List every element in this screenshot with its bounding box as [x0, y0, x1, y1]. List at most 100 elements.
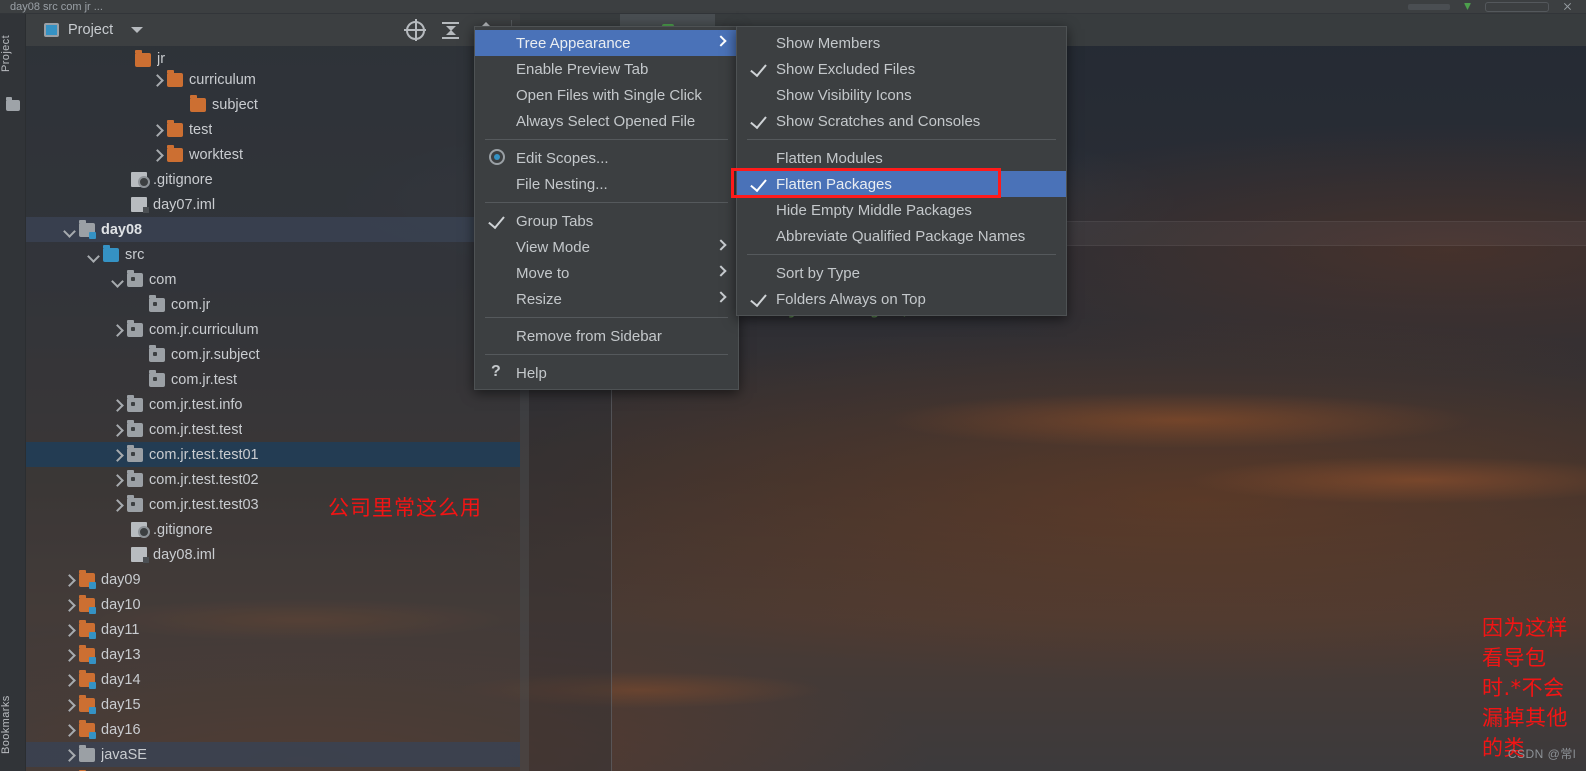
- chevron-down-icon[interactable]: [64, 224, 76, 236]
- run-config-chip[interactable]: [1408, 3, 1450, 10]
- tree-row[interactable]: day10: [26, 592, 520, 617]
- module-folder-icon: [79, 219, 96, 239]
- search-everywhere-box[interactable]: [1485, 1, 1549, 12]
- tree-row[interactable]: com.jr.test: [26, 367, 520, 392]
- tree-row[interactable]: out: [26, 767, 520, 771]
- tree-row[interactable]: com.jr: [26, 292, 520, 317]
- tree-row[interactable]: test: [26, 117, 520, 142]
- package-icon: [127, 494, 143, 512]
- chevron-right-icon[interactable]: [152, 74, 164, 86]
- menu-item[interactable]: Flatten Packages: [737, 171, 1066, 197]
- tree-row[interactable]: src: [26, 242, 520, 267]
- menu-item-label: Always Select Opened File: [516, 112, 696, 130]
- menu-item-label: Resize: [516, 290, 562, 308]
- tree-options-popup-menu[interactable]: Tree Appearance Enable Preview Tab Open Fi…: [474, 26, 739, 390]
- gitignore-file-icon: [131, 522, 150, 538]
- tree-row[interactable]: jr: [26, 46, 520, 67]
- menu-item[interactable]: Edit Scopes...: [475, 145, 738, 171]
- tree-row[interactable]: com.jr.test.test: [26, 417, 520, 442]
- tree-row[interactable]: com: [26, 267, 520, 292]
- menu-item[interactable]: View Mode: [475, 234, 738, 260]
- menu-item[interactable]: File Nesting...: [475, 171, 738, 197]
- chevron-right-icon[interactable]: [112, 474, 124, 486]
- chevron-right-icon[interactable]: [64, 724, 76, 736]
- rail-item-project[interactable]: Project: [0, 20, 26, 86]
- menu-item[interactable]: Hide Empty Middle Packages: [737, 197, 1066, 223]
- chevron-right-icon[interactable]: [112, 499, 124, 511]
- menu-item[interactable]: Show Scratches and Consoles: [737, 108, 1066, 134]
- iml-file-icon: [131, 547, 149, 563]
- run-icon[interactable]: [1464, 3, 1471, 10]
- menu-separator: [485, 139, 728, 140]
- expand-all-icon[interactable]: [441, 21, 460, 40]
- chevron-right-icon[interactable]: [64, 649, 76, 661]
- menu-item[interactable]: Tree Appearance: [475, 30, 738, 56]
- chevron-right-icon[interactable]: [112, 449, 124, 461]
- rail-item-bookmarks[interactable]: Bookmarks: [0, 679, 26, 771]
- tree-row-label: day16: [101, 721, 141, 738]
- tree-row[interactable]: com.jr.curriculum: [26, 317, 520, 342]
- watermark: CSDN @常l: [1507, 747, 1576, 761]
- tree-row[interactable]: day08.iml: [26, 542, 520, 567]
- module-folder-icon: [79, 644, 96, 664]
- close-icon[interactable]: [1563, 2, 1572, 11]
- menu-item[interactable]: Show Excluded Files: [737, 56, 1066, 82]
- tree-row[interactable]: day14: [26, 667, 520, 692]
- menu-separator: [485, 317, 728, 318]
- menu-item[interactable]: Abbreviate Qualified Package Names: [737, 223, 1066, 249]
- chevron-right-icon[interactable]: [112, 324, 124, 336]
- tree-row[interactable]: javaSE: [26, 742, 520, 767]
- tree-row[interactable]: subject: [26, 92, 520, 117]
- tree-row-label: day09: [101, 571, 141, 588]
- check-icon: [750, 289, 767, 308]
- menu-item[interactable]: Flatten Modules: [737, 145, 1066, 171]
- select-opened-file-icon[interactable]: [406, 20, 425, 40]
- tree-row[interactable]: com.jr.test.test02: [26, 467, 520, 492]
- tree-row[interactable]: worktest: [26, 142, 520, 167]
- project-icon: [44, 23, 59, 37]
- menu-item[interactable]: Resize: [475, 286, 738, 312]
- tree-row[interactable]: curriculum: [26, 67, 520, 92]
- menu-item[interactable]: Open Files with Single Click: [475, 82, 738, 108]
- tree-row[interactable]: day09: [26, 567, 520, 592]
- menu-item[interactable]: Always Select Opened File: [475, 108, 738, 134]
- tree-row-label: test: [189, 121, 213, 138]
- tree-row[interactable]: com.jr.test.test01: [26, 442, 520, 467]
- menu-item[interactable]: Show Members: [737, 30, 1066, 56]
- folder-icon: [79, 744, 95, 762]
- chevron-down-icon[interactable]: [112, 274, 124, 286]
- menu-item[interactable]: Group Tabs: [475, 208, 738, 234]
- menu-item[interactable]: ? Help: [475, 360, 738, 386]
- tree-row[interactable]: day13: [26, 642, 520, 667]
- tree-row[interactable]: day16: [26, 717, 520, 742]
- chevron-down-icon[interactable]: [131, 27, 144, 33]
- chevron-right-icon[interactable]: [152, 124, 164, 136]
- chevron-right-icon[interactable]: [64, 699, 76, 711]
- chevron-right-icon[interactable]: [64, 599, 76, 611]
- tree-row[interactable]: day07.iml: [26, 192, 520, 217]
- menu-item[interactable]: Remove from Sidebar: [475, 323, 738, 349]
- tree-row[interactable]: day15: [26, 692, 520, 717]
- tree-row[interactable]: com.jr.test.info: [26, 392, 520, 417]
- menu-item[interactable]: Enable Preview Tab: [475, 56, 738, 82]
- menu-item[interactable]: Folders Always on Top: [737, 286, 1066, 312]
- chevron-right-icon[interactable]: [152, 149, 164, 161]
- chevron-right-icon[interactable]: [64, 749, 76, 761]
- chevron-down-icon[interactable]: [88, 249, 100, 261]
- project-tree[interactable]: jr curriculum subject test worktest .gitignor…: [26, 46, 520, 771]
- menu-item[interactable]: Move to: [475, 260, 738, 286]
- chevron-right-icon: [715, 35, 727, 47]
- chevron-right-icon[interactable]: [64, 624, 76, 636]
- chevron-right-icon[interactable]: [64, 574, 76, 586]
- folder-icon[interactable]: [6, 97, 20, 111]
- menu-item[interactable]: Show Visibility Icons: [737, 82, 1066, 108]
- tree-row[interactable]: day08: [26, 217, 520, 242]
- chevron-right-icon[interactable]: [112, 424, 124, 436]
- tree-appearance-submenu[interactable]: Show Members Show Excluded Files Show Visi…: [736, 26, 1067, 316]
- tree-row[interactable]: .gitignore: [26, 167, 520, 192]
- tree-row[interactable]: day11: [26, 617, 520, 642]
- tree-row[interactable]: com.jr.subject: [26, 342, 520, 367]
- menu-item[interactable]: Sort by Type: [737, 260, 1066, 286]
- chevron-right-icon[interactable]: [112, 399, 124, 411]
- chevron-right-icon[interactable]: [64, 674, 76, 686]
